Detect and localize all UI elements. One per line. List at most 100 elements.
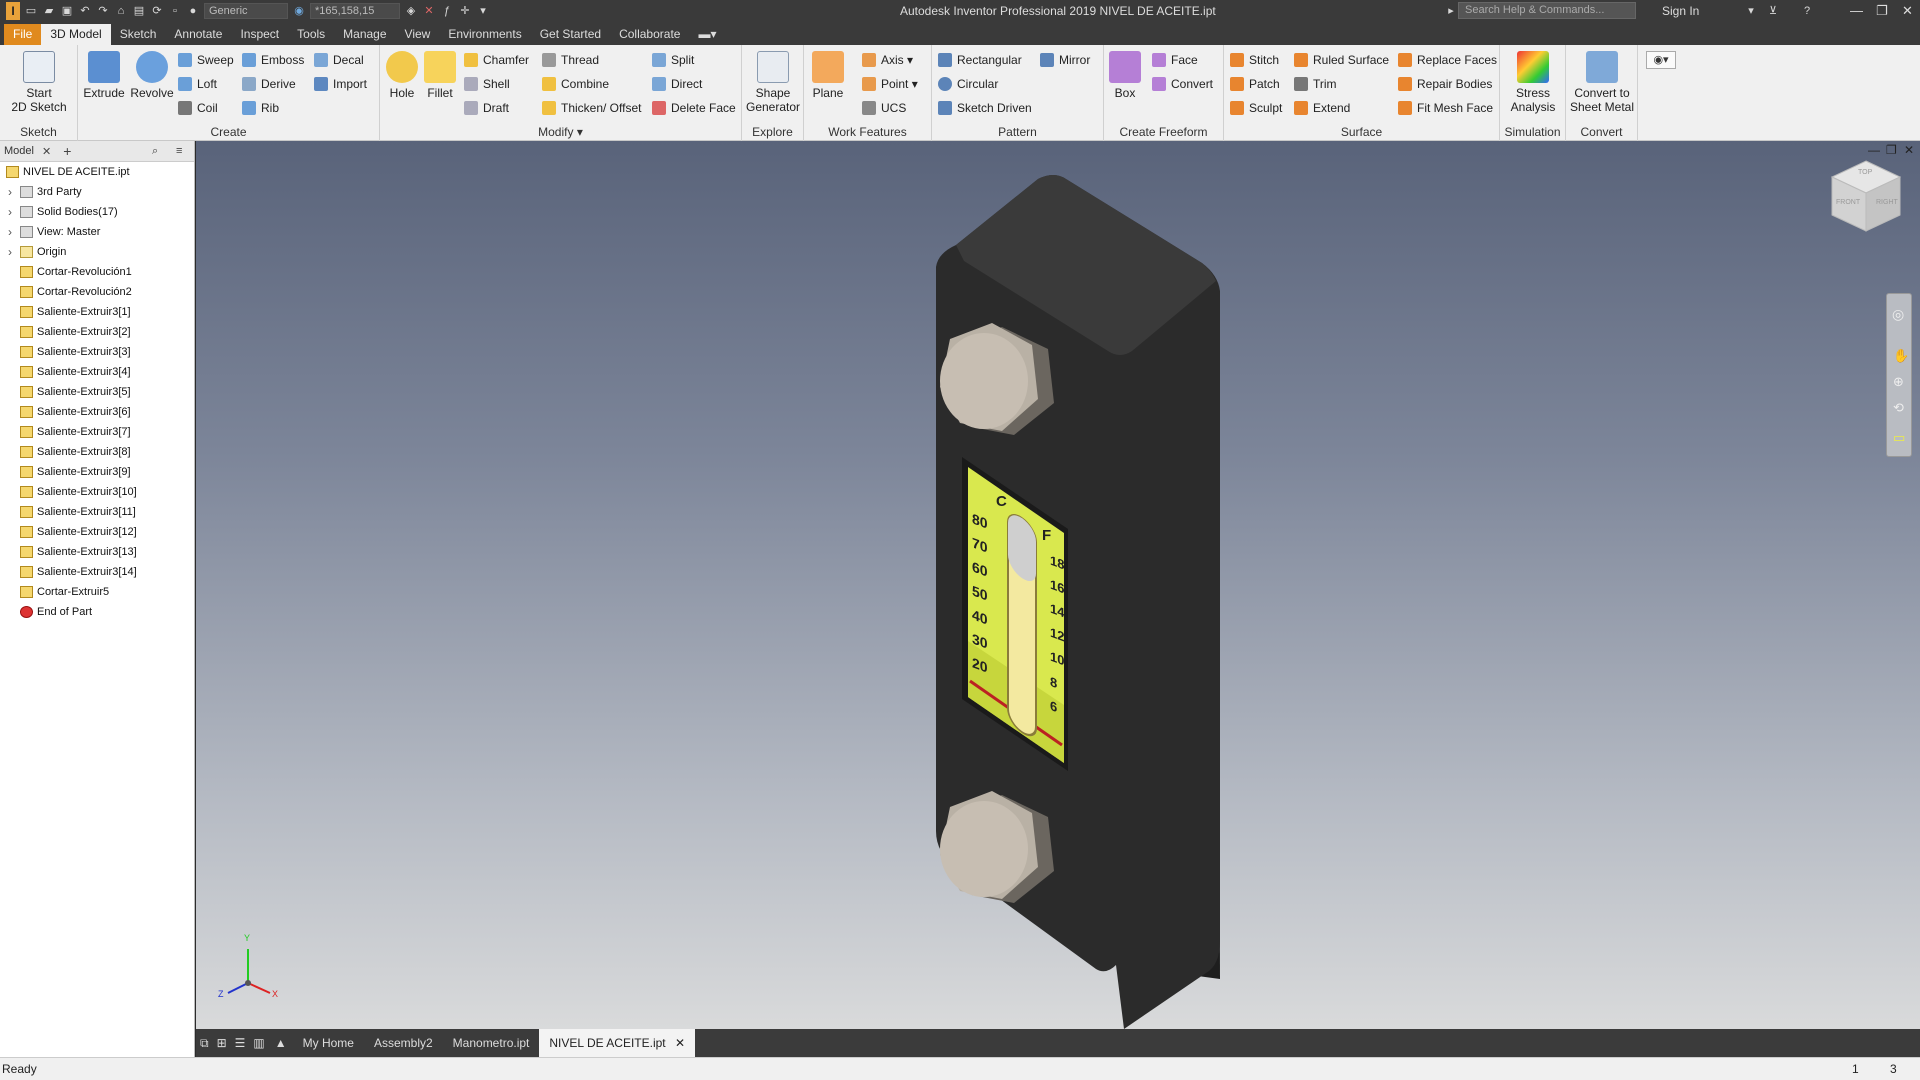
stitch-button[interactable]: Stitch <box>1230 51 1279 69</box>
browser-tab-model[interactable]: Model <box>4 145 34 157</box>
sign-in-link[interactable]: Sign In <box>1662 4 1699 18</box>
tab-collaborate[interactable]: Collaborate <box>610 24 689 45</box>
sweep-button[interactable]: Sweep <box>178 51 234 69</box>
coil-button[interactable]: Coil <box>178 99 218 117</box>
tab-annotate[interactable]: Annotate <box>165 24 231 45</box>
tree-node[interactable]: Saliente-Extruir3[10] <box>20 482 137 502</box>
undo-icon[interactable]: ↶ <box>78 4 92 18</box>
tab-list-icon[interactable]: ▲ <box>269 1029 293 1057</box>
tab-3d-model[interactable]: 3D Model <box>41 24 111 45</box>
ribbon-options-icon[interactable]: ▬▾ <box>689 24 725 45</box>
expand-arrow-icon[interactable]: ▸ <box>1444 4 1458 18</box>
tab-environments[interactable]: Environments <box>439 24 530 45</box>
close-browser-icon[interactable]: ✕ <box>42 145 51 158</box>
plane-button[interactable]: Plane <box>810 51 846 100</box>
expand-arrow-icon[interactable]: › <box>8 245 12 259</box>
tree-node[interactable]: Saliente-Extruir3[7] <box>20 422 131 442</box>
adjust-icon[interactable]: ◈ <box>404 4 418 18</box>
tab-get-started[interactable]: Get Started <box>531 24 610 45</box>
tree-node[interactable]: Saliente-Extruir3[3] <box>20 342 131 362</box>
customize-qat-icon[interactable]: ▾ <box>476 4 490 18</box>
open-file-icon[interactable]: ▰ <box>42 4 56 18</box>
axis-button[interactable]: Axis ▾ <box>862 51 913 69</box>
tree-node[interactable]: Saliente-Extruir3[11] <box>20 502 136 522</box>
tree-node[interactable]: Cortar-Revolución1 <box>20 262 132 282</box>
revolve-button[interactable]: Revolve <box>128 51 176 100</box>
redo-icon[interactable]: ↷ <box>96 4 110 18</box>
ribbon-extras-dropdown[interactable]: ◉▾ <box>1646 51 1676 69</box>
tile-windows-icon[interactable]: ⊞ <box>213 1029 231 1057</box>
tile-horizontal-icon[interactable]: ☰ <box>231 1029 250 1057</box>
viewcube-top-label[interactable]: TOP <box>1858 169 1872 176</box>
point-button[interactable]: Point ▾ <box>862 75 918 93</box>
thread-button[interactable]: Thread <box>542 51 599 69</box>
combine-button[interactable]: Combine <box>542 75 609 93</box>
tree-root[interactable]: NIVEL DE ACEITE.ipt <box>6 162 130 182</box>
ucs-button[interactable]: UCS <box>862 99 906 117</box>
loft-button[interactable]: Loft <box>178 75 217 93</box>
shell-button[interactable]: Shell <box>464 75 510 93</box>
sculpt-button[interactable]: Sculpt <box>1230 99 1282 117</box>
signin-dropdown-icon[interactable]: ▾ <box>1744 4 1758 18</box>
stress-analysis-button[interactable]: Stress Analysis <box>1504 51 1562 114</box>
viewport-minimize-icon[interactable]: — <box>1868 143 1880 157</box>
thicken-offset-button[interactable]: Thicken/ Offset <box>542 99 641 117</box>
color-value-dropdown[interactable]: *165,158,15 <box>310 3 400 19</box>
tree-node[interactable]: Saliente-Extruir3[6] <box>20 402 131 422</box>
expand-arrow-icon[interactable]: › <box>8 225 12 239</box>
tree-node[interactable]: End of Part <box>20 602 92 622</box>
tree-node[interactable]: › View: Master <box>8 222 100 242</box>
convert-to-sheet-metal-button[interactable]: Convert to Sheet Metal <box>1568 51 1636 114</box>
replace-faces-button[interactable]: Replace Faces <box>1398 51 1497 69</box>
doc-tab-assembly2[interactable]: Assembly2 <box>364 1029 443 1057</box>
tab-sketch[interactable]: Sketch <box>111 24 166 45</box>
orbit-icon[interactable]: ⟲ <box>1893 400 1904 416</box>
steering-wheel-icon[interactable]: ◎ <box>1892 306 1904 323</box>
tree-node[interactable]: Saliente-Extruir3[9] <box>20 462 131 482</box>
ruled-surface-button[interactable]: Ruled Surface <box>1294 51 1389 69</box>
fit-mesh-face-button[interactable]: Fit Mesh Face <box>1398 99 1493 117</box>
clear-icon[interactable]: ✕ <box>422 4 436 18</box>
new-file-icon[interactable]: ▭ <box>24 4 38 18</box>
save-icon[interactable]: ▣ <box>60 4 74 18</box>
search-browser-icon[interactable]: ⌕ <box>152 145 158 158</box>
inventor-logo-icon[interactable]: I <box>6 2 20 20</box>
tree-node[interactable]: Saliente-Extruir3[5] <box>20 382 131 402</box>
decal-button[interactable]: Decal <box>314 51 364 69</box>
tree-node[interactable]: Saliente-Extruir3[2] <box>20 322 131 342</box>
hole-button[interactable]: Hole <box>386 51 418 100</box>
tree-node[interactable]: Saliente-Extruir3[12] <box>20 522 137 542</box>
viewcube[interactable]: TOP FRONT RIGHT <box>1824 155 1908 239</box>
measure-icon[interactable]: ✛ <box>458 4 472 18</box>
freeform-convert-button[interactable]: Convert <box>1152 75 1213 93</box>
tab-view[interactable]: View <box>396 24 440 45</box>
zoom-icon[interactable]: ⊕ <box>1893 374 1904 390</box>
tile-vertical-icon[interactable]: ▥ <box>249 1029 268 1057</box>
extrude-button[interactable]: Extrude <box>82 51 126 100</box>
doc-tab-manometro[interactable]: Manometro.ipt <box>443 1029 540 1057</box>
tree-node[interactable]: › 3rd Party <box>8 182 82 202</box>
graphics-viewport[interactable]: C F TOP FRONT RIGHT — ❐ ✕ ◎ ✋ ⊕ ⟲ ▭ Y X … <box>196 141 1920 1029</box>
trim-button[interactable]: Trim <box>1294 75 1337 93</box>
sketch-driven-pattern-button[interactable]: Sketch Driven <box>938 99 1032 117</box>
tab-manage[interactable]: Manage <box>334 24 395 45</box>
tab-inspect[interactable]: Inspect <box>231 24 288 45</box>
color-override-icon[interactable]: ◉ <box>292 4 306 18</box>
shape-generator-button[interactable]: Shape Generator <box>745 51 801 114</box>
home-icon[interactable]: ⌂ <box>114 4 128 18</box>
patch-button[interactable]: Patch <box>1230 75 1280 93</box>
emboss-button[interactable]: Emboss <box>242 51 304 69</box>
print-icon[interactable]: ▤ <box>132 4 146 18</box>
cascade-windows-icon[interactable]: ⧉ <box>196 1029 213 1057</box>
tab-file[interactable]: File <box>4 24 42 45</box>
import-button[interactable]: Import <box>314 75 367 93</box>
browser-menu-icon[interactable]: ≡ <box>176 145 182 157</box>
tab-tools[interactable]: Tools <box>288 24 334 45</box>
direct-button[interactable]: Direct <box>652 75 702 93</box>
rectangular-pattern-button[interactable]: Rectangular <box>938 51 1022 69</box>
look-at-icon[interactable]: ▭ <box>1893 430 1905 446</box>
doc-tab-nivel-de-aceite[interactable]: NIVEL DE ACEITE.ipt ✕ <box>539 1029 696 1057</box>
tree-node[interactable]: Saliente-Extruir3[1] <box>20 302 131 322</box>
close-window-icon[interactable]: ✕ <box>1902 3 1913 19</box>
chamfer-button[interactable]: Chamfer <box>464 51 529 69</box>
